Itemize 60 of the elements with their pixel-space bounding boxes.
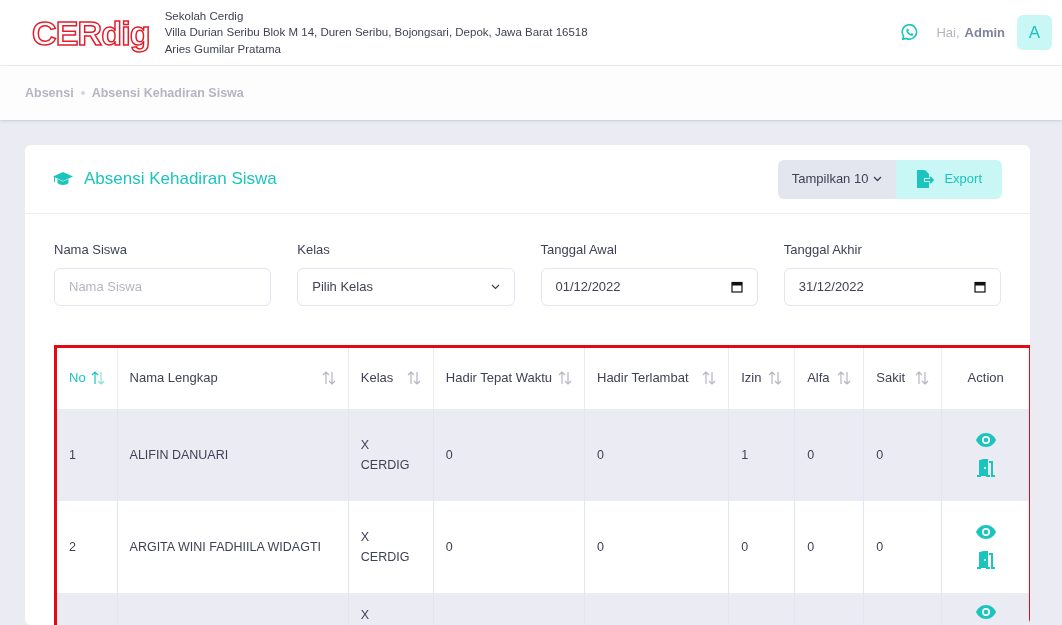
column-header[interactable]: Nama Lengkap: [129, 368, 218, 388]
table-cell: 0: [876, 447, 884, 462]
column-header[interactable]: Hadir Tepat Waktu: [445, 368, 553, 388]
field-label: Tanggal Awal: [540, 241, 618, 259]
sort-icon[interactable]: [321, 371, 336, 385]
table-cell: 0: [597, 539, 604, 554]
column-header[interactable]: Kelas: [360, 368, 394, 388]
file-export-icon: [916, 170, 935, 188]
door-icon[interactable]: [974, 458, 997, 477]
principal-name: Aries Gumilar Pratama: [164, 41, 282, 57]
sort-icon[interactable]: [837, 371, 852, 385]
table-cell: X CERDIG: [360, 437, 410, 472]
date-field[interactable]: 01/12/2022: [540, 267, 758, 306]
table-cell: 0: [445, 447, 453, 462]
table-cell: 0: [741, 539, 749, 554]
eye-icon[interactable]: [975, 524, 996, 539]
column-header[interactable]: Alfa: [807, 368, 830, 388]
table-cell: X CERDIG: [360, 529, 410, 564]
eye-icon[interactable]: [975, 432, 996, 447]
table-cell: X: [360, 607, 370, 622]
sort-icon[interactable]: [406, 371, 421, 385]
calendar-icon[interactable]: [974, 280, 986, 293]
date-field[interactable]: 31/12/2022: [783, 267, 1001, 306]
graduation-cap-icon: [53, 172, 73, 186]
greeting: Hai,: [936, 23, 960, 42]
table-cell: 1: [741, 447, 749, 462]
column-header[interactable]: Action: [967, 368, 1004, 388]
table-cell: 0: [807, 539, 815, 554]
field-label: Kelas: [297, 241, 331, 259]
column-header[interactable]: Sakit: [876, 368, 906, 388]
eye-icon[interactable]: [975, 604, 996, 619]
school-address: Villa Durian Seribu Blok M 14, Duren Seribu, Bojongsari, Depok, Jawa Barat 16518: [164, 25, 588, 41]
table-cell: 0: [876, 539, 884, 554]
table-cell: ALIFIN DANUARI: [129, 447, 229, 462]
school-name: Sekolah Cerdig: [164, 8, 245, 24]
sort-icon[interactable]: [702, 371, 717, 385]
chat-icon[interactable]: [900, 23, 919, 42]
field-label: Nama Siswa: [54, 241, 128, 259]
page-size-button[interactable]: Tampilkan 10: [777, 159, 897, 199]
table-cell: ARGITA WINI FADHIILA WIDAGTI: [129, 539, 321, 554]
name-field[interactable]: Nama Siswa: [54, 267, 272, 306]
column-header[interactable]: Hadir Terlambat: [597, 368, 689, 388]
column-header[interactable]: Izin: [741, 368, 762, 388]
table-cell: 1: [69, 447, 76, 462]
table-cell: 0: [445, 539, 453, 554]
table-cell: 2: [69, 539, 76, 554]
calendar-icon[interactable]: [730, 280, 743, 293]
user-name: Admin: [964, 23, 1005, 42]
door-icon[interactable]: [974, 550, 997, 569]
class-dropdown[interactable]: Pilih Kelas: [297, 267, 515, 306]
chevron-down-icon: [873, 176, 883, 182]
table-cell: 0: [807, 447, 815, 462]
sort-icon[interactable]: [915, 371, 930, 385]
chevron-down-icon: [490, 283, 500, 290]
field-label: Tanggal Akhir: [783, 241, 863, 259]
sort-icon[interactable]: [90, 371, 105, 385]
card-title: Absensi Kehadiran Siswa: [84, 168, 277, 191]
table-cell: 0: [597, 447, 604, 462]
sort-icon[interactable]: [768, 371, 783, 385]
sort-icon[interactable]: [558, 371, 572, 385]
